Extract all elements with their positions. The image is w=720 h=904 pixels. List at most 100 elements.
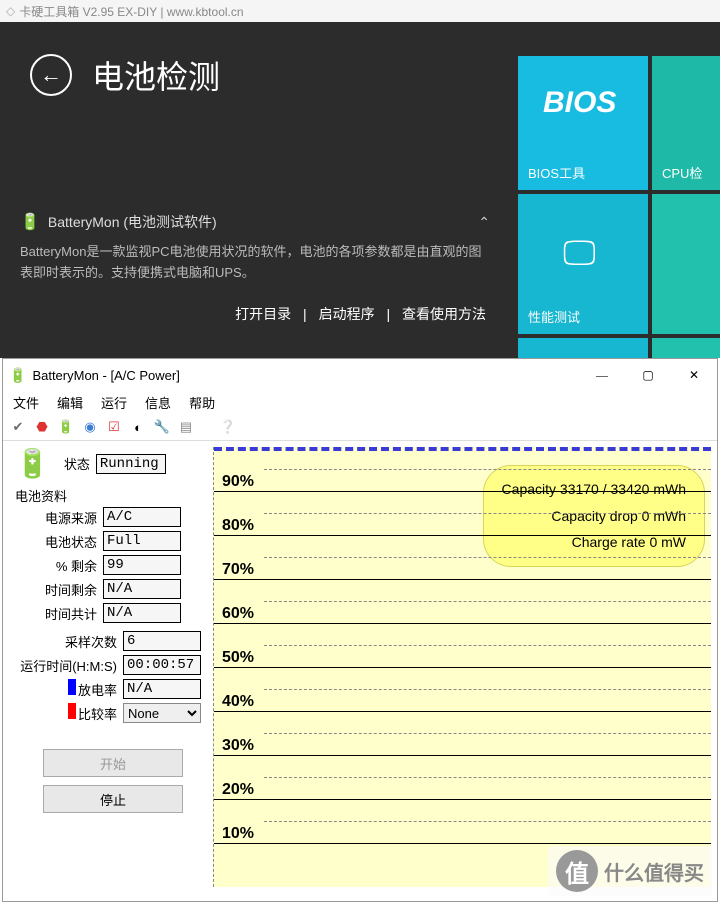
view-help-link[interactable]: 查看使用方法	[402, 306, 486, 322]
lbl-samples: 采样次数	[11, 632, 123, 651]
val-status: Running	[96, 454, 166, 474]
lbl-time-total: 时间共计	[11, 604, 103, 623]
menu-run[interactable]: 运行	[101, 393, 127, 412]
tb-export-icon[interactable]: ▤	[177, 418, 195, 436]
gridline-dash	[264, 601, 711, 602]
gridline	[214, 799, 711, 800]
y-axis-label: 90%	[222, 473, 254, 491]
y-axis-label: 30%	[222, 737, 254, 755]
y-axis-label: 80%	[222, 517, 254, 535]
run-program-link[interactable]: 启动程序	[319, 306, 375, 322]
section-battery: 电池资料	[15, 486, 205, 505]
val-time-remain: N/A	[103, 579, 181, 599]
val-pct-remain: 99	[103, 555, 181, 575]
tb-checkbox-icon[interactable]: ☑	[105, 418, 123, 436]
watermark-text: 什么值得买	[604, 857, 704, 886]
y-axis-label: 50%	[222, 649, 254, 667]
battery-graphic-icon: 🔋	[15, 447, 50, 480]
close-button[interactable]: ✕	[671, 359, 717, 391]
lbl-batt-state: 电池状态	[11, 532, 103, 551]
software-name: BatteryMon (电池测试软件)	[48, 212, 217, 232]
bm-title: BatteryMon - [A/C Power]	[32, 368, 179, 383]
maximize-button[interactable]: ▢	[625, 359, 671, 391]
lbl-status: 状态	[56, 454, 96, 473]
battery-infobox: Capacity 33170 / 33420 mWh Capacity drop…	[483, 465, 705, 567]
tb-stop-icon[interactable]: ⬣	[33, 418, 51, 436]
tile-bios[interactable]: BIOS BIOS工具	[518, 56, 648, 190]
software-desc-panel: 🔋 BatteryMon (电池测试软件) ⌃ BatteryMon是一款监视P…	[20, 212, 490, 324]
y-axis-label: 20%	[222, 781, 254, 799]
y-axis-label: 10%	[222, 825, 254, 843]
stop-button[interactable]: 停止	[43, 785, 183, 813]
bios-label: BIOS工具	[528, 163, 585, 182]
gridline	[214, 843, 711, 844]
compare-select[interactable]: None	[123, 703, 201, 723]
val-batt-state: Full	[103, 531, 181, 551]
minimize-button[interactable]: —	[579, 359, 625, 391]
gridline-dash	[264, 821, 711, 822]
page-title: 电池检测	[92, 52, 220, 98]
gridline	[214, 667, 711, 668]
gridline	[214, 623, 711, 624]
battery-icon: 🔋	[20, 212, 40, 232]
gridline-dash	[264, 733, 711, 734]
tb-gauge-icon[interactable]: ◐	[129, 418, 147, 436]
menu-file[interactable]: 文件	[13, 393, 39, 412]
tile-row3b[interactable]	[652, 338, 720, 358]
titlebar-text: 卡硬工具箱 V2.95 EX-DIY | www.kbtool.cn	[19, 3, 243, 20]
gridline-dash	[264, 645, 711, 646]
y-axis-label: 60%	[222, 605, 254, 623]
gridline-dash	[264, 513, 711, 514]
lbl-pct-remain: % 剩余	[11, 556, 103, 575]
open-folder-link[interactable]: 打开目录	[235, 306, 291, 322]
batterymon-icon: 🔋	[9, 367, 26, 384]
gridline-dash	[264, 689, 711, 690]
tile-blank[interactable]	[652, 194, 720, 334]
chevron-up-icon[interactable]: ⌃	[478, 214, 490, 231]
info-capacity: Capacity 33170 / 33420 mWh	[502, 476, 686, 503]
watermark-logo-icon: 值	[556, 850, 598, 892]
bm-chart: Capacity 33170 / 33420 mWh Capacity drop…	[213, 447, 711, 887]
menu-help[interactable]: 帮助	[189, 393, 215, 412]
tile-cpu[interactable]: CPU检	[652, 56, 720, 190]
menu-edit[interactable]: 编辑	[57, 393, 83, 412]
bm-toolbar: ✔ ⬣ 🔋 ◉ ☑ ◐ 🔧 ▤ ❔	[3, 414, 717, 441]
back-button[interactable]: ←	[30, 54, 72, 96]
lbl-discharge: 放电率	[11, 679, 123, 699]
val-power-src: A/C	[103, 507, 181, 527]
bios-title: BIOS	[543, 86, 616, 120]
tb-tool-icon[interactable]: 🔧	[153, 418, 171, 436]
bm-menubar: 文件 编辑 运行 信息 帮助	[3, 391, 717, 414]
gridline-dash	[264, 557, 711, 558]
app-titlebar: ◇ 卡硬工具箱 V2.95 EX-DIY | www.kbtool.cn	[0, 0, 720, 22]
val-discharge: N/A	[123, 679, 201, 699]
cpu-label: CPU检	[662, 163, 702, 182]
gridline	[214, 491, 711, 492]
tb-info-icon[interactable]: ◉	[81, 418, 99, 436]
category-tiles: BIOS BIOS工具 CPU检 🖵 性能测试	[518, 56, 720, 358]
watermark: 值 什么值得买	[548, 846, 712, 896]
gridline-dash	[264, 777, 711, 778]
val-runtime: 00:00:57	[123, 655, 201, 675]
tile-performance[interactable]: 🖵 性能测试	[518, 194, 648, 334]
lbl-time-remain: 时间剩余	[11, 580, 103, 599]
lbl-compare: 比较率	[11, 703, 123, 723]
tb-check-icon[interactable]: ✔	[9, 418, 27, 436]
tb-help-icon[interactable]: ❔	[219, 418, 237, 436]
lbl-runtime: 运行时间(H:M:S)	[11, 656, 123, 675]
tile-row3a[interactable]	[518, 338, 648, 358]
bm-left-panel: 🔋 状态 Running 电池资料 电源来源 A/C 电池状态 Full % 剩…	[3, 441, 213, 893]
app-logo-icon: ◇	[6, 4, 15, 18]
perf-label: 性能测试	[528, 307, 580, 326]
y-axis-label: 40%	[222, 693, 254, 711]
menu-info[interactable]: 信息	[145, 393, 171, 412]
tb-battery-icon[interactable]: 🔋	[57, 418, 75, 436]
val-time-total: N/A	[103, 603, 181, 623]
bm-titlebar[interactable]: 🔋 BatteryMon - [A/C Power] — ▢ ✕	[3, 359, 717, 391]
kbtool-panel: ← 电池检测 🔋 BatteryMon (电池测试软件) ⌃ BatteryMo…	[0, 22, 720, 358]
info-rate: Charge rate 0 mW	[502, 529, 686, 556]
fullcharge-line	[214, 447, 711, 451]
start-button[interactable]: 开始	[43, 749, 183, 777]
gridline	[214, 711, 711, 712]
monitor-icon: 🖵	[563, 234, 596, 273]
